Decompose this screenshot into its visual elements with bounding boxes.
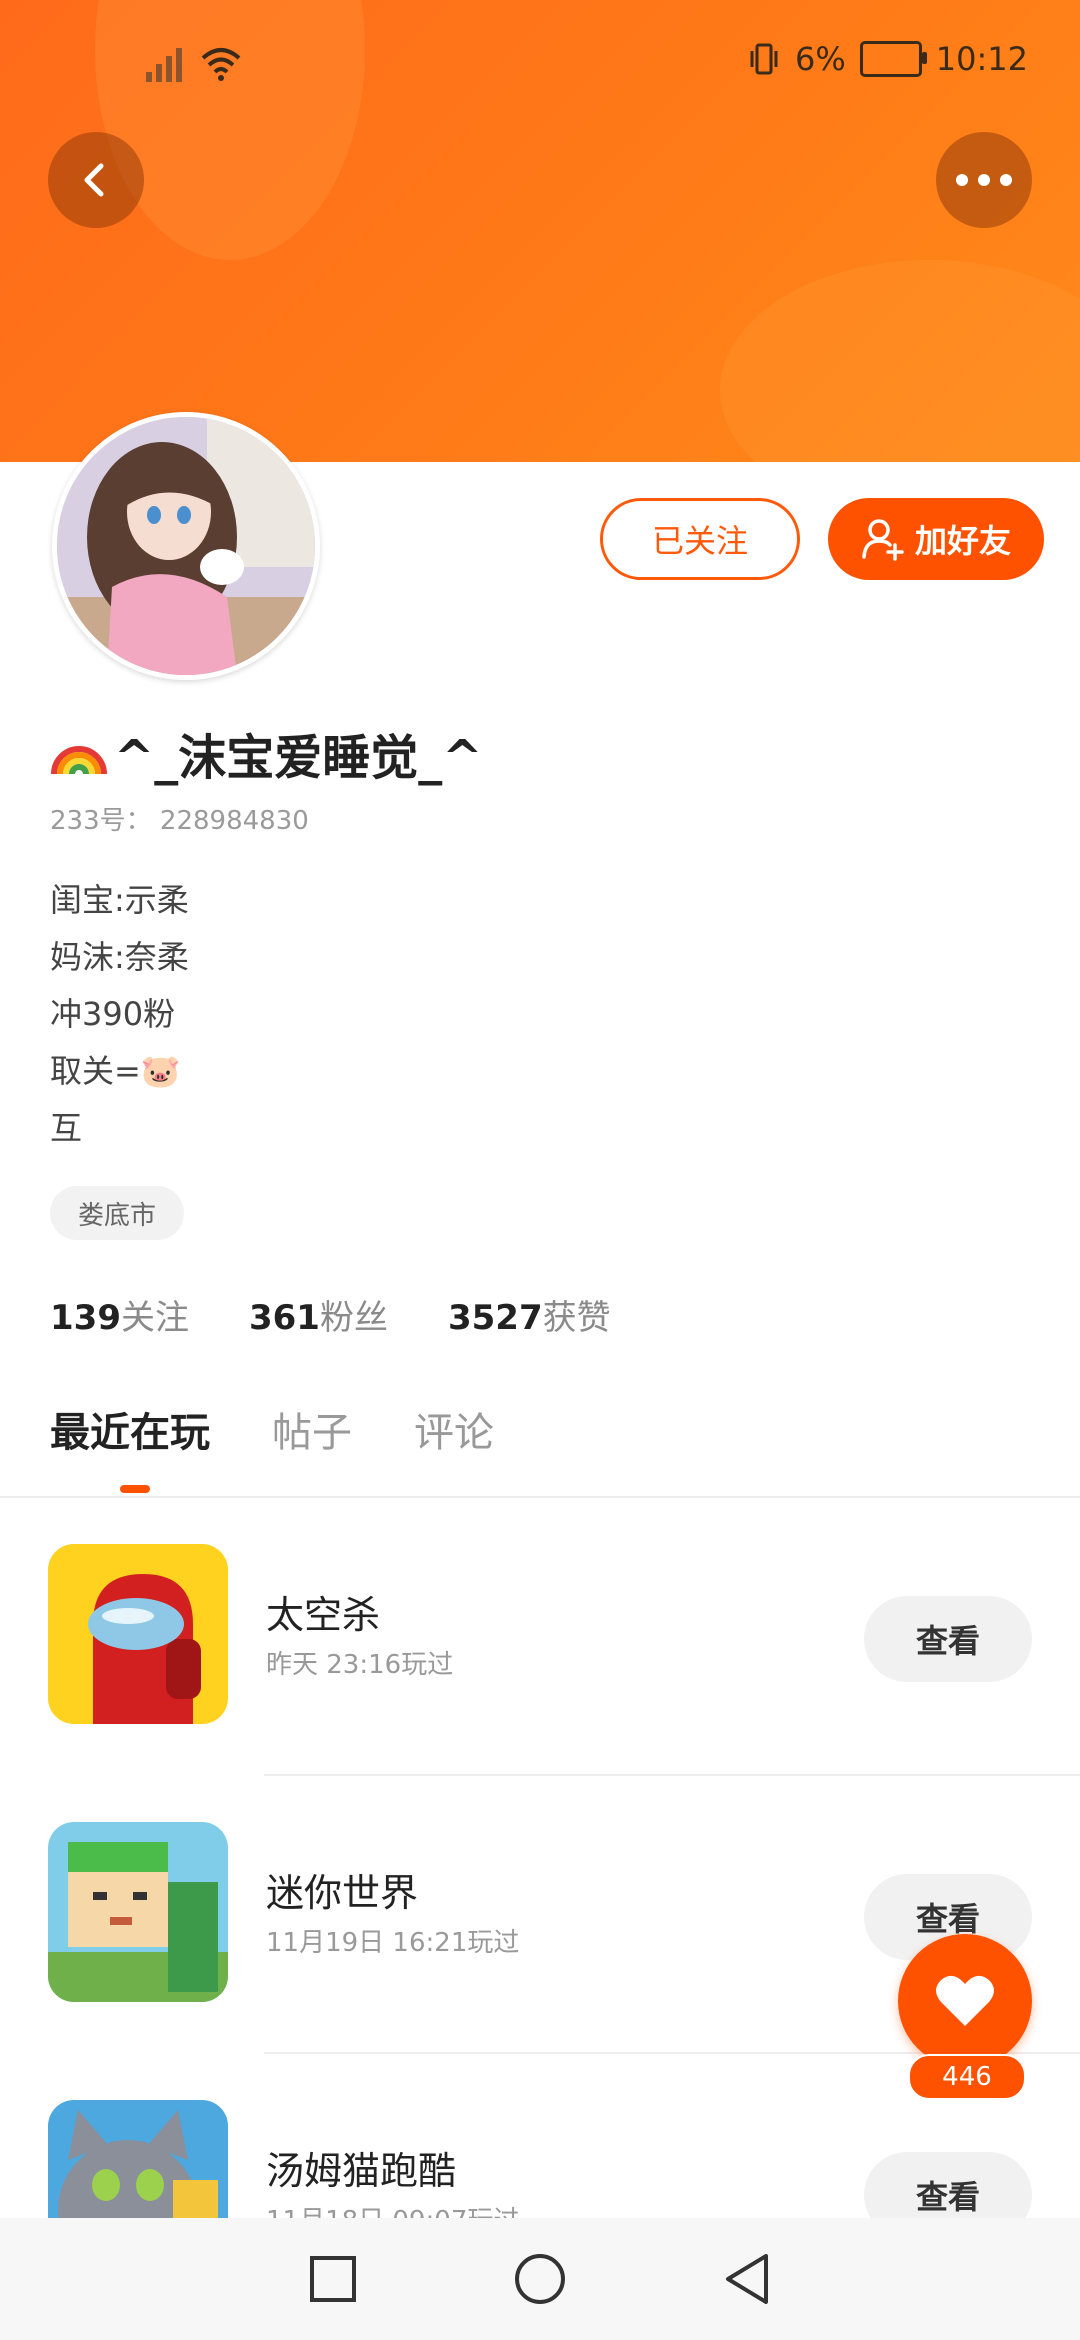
bio: 闺宝:示柔 妈沫:奈柔 冲390粉 取关=🐷 互 — [50, 872, 189, 1157]
stat-likes: 3527获赞 — [448, 1290, 611, 1339]
uid-value: 228984830 — [159, 806, 309, 836]
bio-line: 闺宝:示柔 — [50, 881, 189, 919]
signal-icon — [146, 46, 182, 82]
profile-tabs: 最近在玩 帖子 评论 — [50, 1400, 494, 1458]
rainbow-icon — [51, 746, 107, 775]
bio-line: 冲390粉 — [50, 995, 176, 1033]
add-user-icon — [862, 519, 904, 561]
decorative-circle — [95, 0, 365, 260]
avatar[interactable] — [52, 412, 320, 680]
battery-percent: 6% — [795, 40, 846, 78]
like-count: 446 — [908, 2054, 1026, 2100]
add-friend-button[interactable]: 加好友 — [828, 498, 1044, 580]
bio-line: 取关=🐷 — [50, 1052, 181, 1090]
status-bar: 6% 10:12 — [0, 40, 1080, 100]
heart-icon — [936, 1975, 994, 2026]
stat-value: 3527 — [447, 1298, 543, 1338]
tab-comments[interactable]: 评论 — [414, 1400, 494, 1458]
stat-label: 获赞 — [542, 1298, 611, 1338]
tab-indicator — [120, 1485, 150, 1493]
system-navigation-bar — [0, 2218, 1080, 2340]
stat-label: 粉丝 — [319, 1298, 388, 1338]
tab-recently-played[interactable]: 最近在玩 — [50, 1400, 210, 1458]
divider — [0, 1496, 1080, 1498]
game-name: 迷你世界 — [266, 1871, 419, 1915]
square-icon — [310, 2256, 357, 2302]
status-left — [146, 46, 242, 82]
stat-value: 139 — [50, 1298, 121, 1338]
username-text: ^_沫宝爱睡觉_^ — [114, 730, 483, 786]
chevron-left-icon — [84, 163, 104, 197]
stat-fans[interactable]: 361粉丝 — [249, 1290, 388, 1339]
user-id: 233号： 228984830 — [50, 800, 309, 837]
profile-header-banner: 6% 10:12 — [0, 0, 1080, 462]
more-options-button[interactable] — [936, 132, 1032, 228]
back-button[interactable] — [48, 132, 144, 228]
circle-icon — [514, 2254, 565, 2304]
uid-label: 233号： — [50, 806, 152, 836]
game-icon-among-us — [48, 1544, 228, 1724]
stat-following[interactable]: 139关注 — [50, 1290, 189, 1339]
clock-time: 10:12 — [935, 40, 1028, 78]
game-last-played: 11月19日 16:21玩过 — [266, 1928, 520, 1958]
game-last-played: 昨天 23:16玩过 — [266, 1650, 454, 1680]
triangle-back-icon — [725, 2254, 768, 2304]
battery-icon — [859, 41, 927, 77]
more-dots-icon — [956, 174, 1012, 186]
list-item[interactable]: 太空杀 昨天 23:16玩过 查看 — [0, 1504, 1080, 1782]
status-right: 6% 10:12 — [747, 40, 1028, 78]
decorative-circle — [720, 260, 1080, 462]
home-button[interactable] — [510, 2249, 570, 2309]
stat-value: 361 — [248, 1298, 320, 1338]
game-name: 太空杀 — [266, 1593, 381, 1637]
vibrate-icon — [750, 43, 778, 75]
followed-button[interactable]: 已关注 — [600, 498, 800, 580]
back-nav-button[interactable] — [717, 2249, 777, 2309]
avatar-illustration — [57, 417, 315, 675]
game-icon-mini-world — [48, 1822, 228, 2002]
tab-posts[interactable]: 帖子 — [272, 1400, 352, 1458]
stat-label: 关注 — [120, 1298, 189, 1338]
username: ^_沫宝爱睡觉_^ — [50, 718, 482, 788]
view-button[interactable]: 查看 — [864, 1596, 1032, 1682]
like-button[interactable] — [898, 1934, 1032, 2068]
recent-apps-button[interactable] — [303, 2249, 363, 2309]
bio-line: 妈沫:奈柔 — [50, 938, 189, 976]
game-name: 汤姆猫跑酷 — [266, 2149, 457, 2193]
add-friend-label: 加好友 — [914, 522, 1011, 560]
location-tag: 娄底市 — [50, 1186, 185, 1240]
bio-line: 互 — [50, 1109, 83, 1147]
wifi-icon — [201, 48, 241, 81]
divider — [264, 1774, 1080, 1776]
profile-stats: 139关注 361粉丝 3527获赞 — [50, 1290, 611, 1339]
